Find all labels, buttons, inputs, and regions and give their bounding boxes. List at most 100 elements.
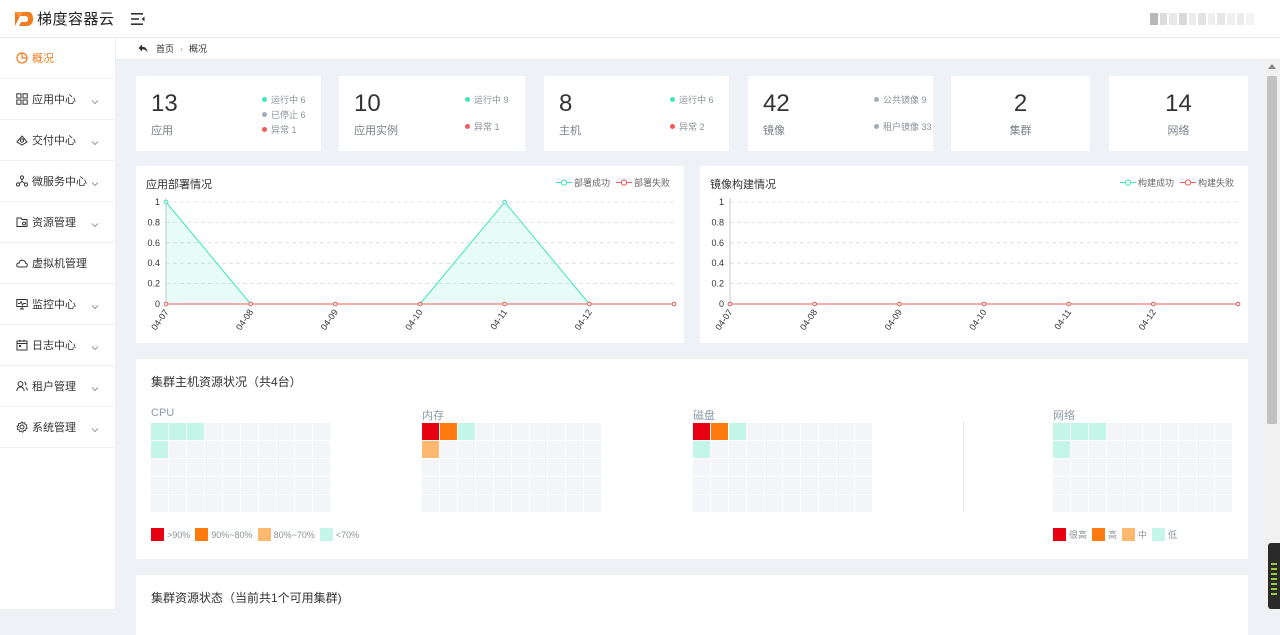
heatmap-cell[interactable] [1179,459,1197,477]
heatmap-cell[interactable] [693,423,711,441]
heatmap-cell[interactable] [277,477,295,495]
heatmap-cell[interactable] [205,495,223,513]
heatmap-cell[interactable] [530,495,548,513]
heatmap-cell[interactable] [1197,477,1215,495]
heatmap-cell[interactable] [530,459,548,477]
heatmap-cell[interactable] [205,459,223,477]
heatmap-cell[interactable] [584,495,602,513]
heatmap-cell[interactable] [512,441,530,459]
heatmap-cell[interactable] [1215,441,1233,459]
heatmap-cell[interactable] [1089,441,1107,459]
heatmap-cell[interactable] [422,423,440,441]
heatmap-cell[interactable] [1125,459,1143,477]
heatmap-cell[interactable] [548,477,566,495]
heatmap-cell[interactable] [422,495,440,513]
heatmap-cell[interactable] [476,495,494,513]
heatmap-cell[interactable] [476,423,494,441]
heatmap-cell[interactable] [1071,477,1089,495]
heatmap-cell[interactable] [1125,495,1143,513]
sidebar-item-microservice-center[interactable]: 微服务中心 [0,161,115,202]
heatmap-cell[interactable] [711,459,729,477]
heatmap-cell[interactable] [1161,459,1179,477]
heatmap-cell[interactable] [1089,459,1107,477]
heatmap-cell[interactable] [1125,441,1143,459]
sidebar-item-system-management[interactable]: 系统管理 [0,407,115,448]
heatmap-cell[interactable] [783,423,801,441]
heatmap-cell[interactable] [1161,477,1179,495]
heatmap-cell[interactable] [1143,495,1161,513]
heatmap-cell[interactable] [711,495,729,513]
heatmap-cell[interactable] [512,495,530,513]
heatmap-cell[interactable] [711,441,729,459]
heatmap-cell[interactable] [313,423,331,441]
stat-card-apps[interactable]: 13 应用 运行中 6 已停止 6 异常 1 [136,76,321,151]
heatmap-cell[interactable] [1089,495,1107,513]
heatmap-cell[interactable] [855,495,873,513]
heatmap-cell[interactable] [1053,441,1071,459]
stat-card-images[interactable]: 42 镜像 公共镜像 9 租户镜像 33 [748,76,933,151]
heatmap-cell[interactable] [1179,441,1197,459]
heatmap-cell[interactable] [169,459,187,477]
heatmap-cell[interactable] [259,495,277,513]
heatmap-cell[interactable] [512,423,530,441]
heatmap-cell[interactable] [1107,495,1125,513]
heatmap-cell[interactable] [855,441,873,459]
heatmap-cell[interactable] [440,423,458,441]
heatmap-cell[interactable] [747,441,765,459]
scroll-up-arrow-icon[interactable] [1268,64,1276,69]
heatmap-cell[interactable] [494,477,512,495]
heatmap-cell[interactable] [440,495,458,513]
heatmap-cell[interactable] [422,459,440,477]
heatmap-cell[interactable] [295,477,313,495]
heatmap-cell[interactable] [440,477,458,495]
chevron-down-icon[interactable] [91,341,99,351]
heatmap-cell[interactable] [277,495,295,513]
heatmap-cell[interactable] [729,477,747,495]
data-point[interactable] [1151,301,1156,307]
heatmap-cell[interactable] [458,423,476,441]
heatmap-cell[interactable] [837,459,855,477]
heatmap-cell[interactable] [1107,441,1125,459]
heatmap-cell[interactable] [295,441,313,459]
heatmap-cell[interactable] [313,495,331,513]
heatmap-cell[interactable] [151,495,169,513]
heatmap-cell[interactable] [1161,441,1179,459]
heatmap-cell[interactable] [1197,441,1215,459]
heatmap-cell[interactable] [223,495,241,513]
heatmap-cell[interactable] [566,477,584,495]
heatmap-cell[interactable] [1215,495,1233,513]
data-point[interactable] [417,301,423,307]
data-point[interactable] [587,301,592,307]
heatmap-cell[interactable] [855,459,873,477]
heatmap-cell[interactable] [1215,459,1233,477]
heatmap-cell[interactable] [1179,477,1197,495]
data-point[interactable] [248,301,253,307]
heatmap-cell[interactable] [1179,495,1197,513]
heatmap-cell[interactable] [819,423,837,441]
heatmap-cell[interactable] [512,459,530,477]
heatmap-cell[interactable] [801,441,819,459]
heatmap-cell[interactable] [819,441,837,459]
chevron-down-icon[interactable] [91,136,99,146]
sidebar-item-monitoring-center[interactable]: 监控中心 [0,284,115,325]
stat-card-hosts[interactable]: 8 主机 运行中 6 异常 2 [544,76,729,151]
chevron-down-icon[interactable] [91,95,99,105]
heatmap-cell[interactable] [711,423,729,441]
heatmap-cell[interactable] [548,441,566,459]
heatmap-cell[interactable] [693,495,711,513]
heatmap-cell[interactable] [313,459,331,477]
heatmap-cell[interactable] [566,441,584,459]
heatmap-cell[interactable] [747,495,765,513]
heatmap-cell[interactable] [1197,423,1215,441]
heatmap-cell[interactable] [313,441,331,459]
heatmap-cell[interactable] [1143,423,1161,441]
heatmap-cell[interactable] [223,423,241,441]
heatmap-cell[interactable] [1071,495,1089,513]
chevron-down-icon[interactable] [91,177,99,187]
heatmap-cell[interactable] [729,459,747,477]
heatmap-cell[interactable] [1125,477,1143,495]
heatmap-cell[interactable] [693,459,711,477]
heatmap-cell[interactable] [1197,495,1215,513]
data-point[interactable] [1235,301,1241,307]
heatmap-cell[interactable] [1107,423,1125,441]
